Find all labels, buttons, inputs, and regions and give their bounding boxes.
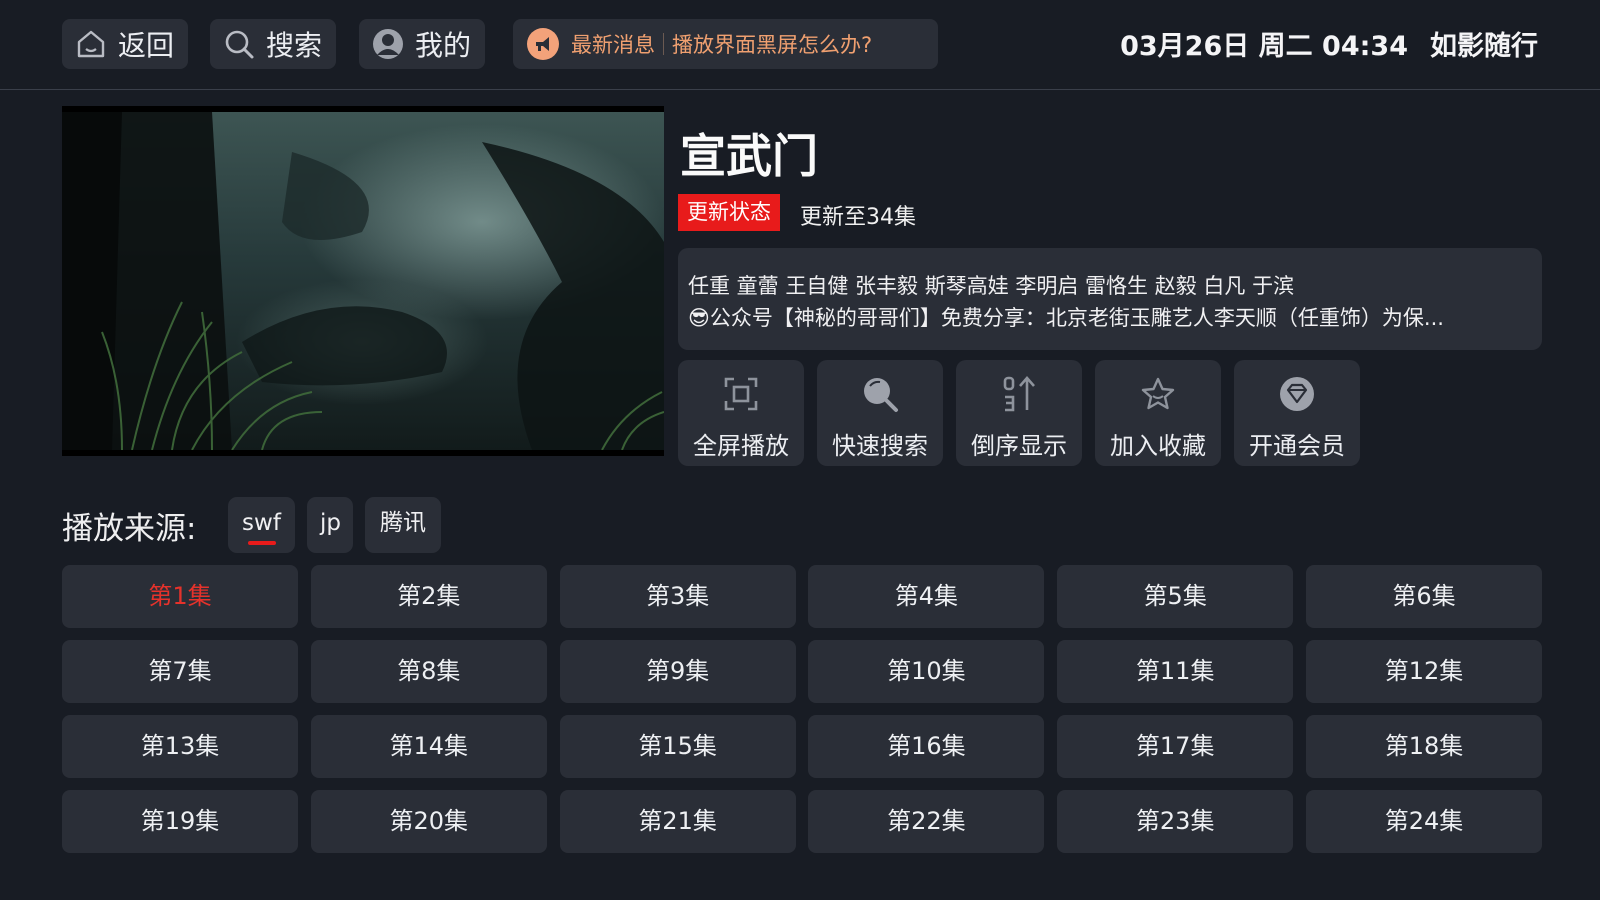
- top-bar: 返回 搜索 我的 最新消息 播放界面黑屏怎么办? 03月26日 周二 04:34…: [0, 0, 1600, 90]
- episode-button[interactable]: 第4集: [808, 565, 1045, 628]
- episode-button[interactable]: 第8集: [310, 640, 547, 703]
- episode-button[interactable]: 第10集: [808, 640, 1045, 703]
- episode-button[interactable]: 第7集: [62, 640, 298, 703]
- episode-button[interactable]: 第11集: [1057, 640, 1294, 703]
- episode-button[interactable]: 第5集: [1057, 565, 1294, 628]
- search-label: 搜索: [266, 29, 323, 62]
- user-icon: [371, 27, 405, 61]
- news-text: 播放界面黑屏怎么办?: [672, 33, 873, 57]
- poster-image: [62, 112, 664, 450]
- fullscreen-button[interactable]: 全屏播放: [678, 360, 804, 466]
- diamond-icon: [1277, 374, 1317, 414]
- news-divider: [663, 33, 664, 55]
- source-tab-jp[interactable]: jp: [307, 497, 353, 553]
- megaphone-icon: [527, 28, 559, 60]
- add-favorite-label: 加入收藏: [1110, 432, 1206, 460]
- back-button[interactable]: 返回: [62, 19, 189, 69]
- episode-button[interactable]: 第23集: [1057, 790, 1294, 853]
- membership-label: 开通会员: [1249, 432, 1345, 460]
- source-tab-label: swf: [242, 510, 281, 536]
- episode-button[interactable]: 第16集: [808, 715, 1045, 778]
- episode-button[interactable]: 第13集: [62, 715, 298, 778]
- search-icon: [860, 374, 900, 414]
- back-label: 返回: [118, 29, 175, 62]
- search-button[interactable]: 搜索: [210, 19, 337, 69]
- episode-button[interactable]: 第1集: [62, 565, 298, 628]
- home-icon: [74, 27, 108, 61]
- source-tab-swf[interactable]: swf: [228, 497, 295, 553]
- source-label: 播放来源:: [62, 511, 197, 547]
- episode-button[interactable]: 第20集: [310, 790, 547, 853]
- fullscreen-label: 全屏播放: [693, 432, 789, 460]
- video-poster[interactable]: [62, 106, 664, 456]
- star-icon: [1138, 374, 1178, 414]
- update-status: 更新至34集: [800, 205, 916, 230]
- show-title: 宣武门: [680, 129, 818, 183]
- news-label: 最新消息: [571, 33, 655, 57]
- episode-button[interactable]: 第15集: [559, 715, 796, 778]
- episode-button[interactable]: 第21集: [559, 790, 796, 853]
- news-ticker[interactable]: 最新消息 播放界面黑屏怎么办?: [513, 19, 938, 69]
- episode-button[interactable]: 第6集: [1305, 565, 1542, 628]
- sort-icon: [999, 374, 1039, 414]
- reverse-order-label: 倒序显示: [971, 432, 1067, 460]
- source-tab-tencent[interactable]: 腾讯: [365, 497, 441, 553]
- selected-indicator: [247, 541, 276, 545]
- add-favorite-button[interactable]: 加入收藏: [1095, 360, 1221, 466]
- fullscreen-icon: [721, 374, 761, 414]
- description-panel[interactable]: 任重 童蕾 王自健 张丰毅 斯琴高娃 李明启 雷恪生 赵毅 白凡 于滨 😎公众号…: [678, 248, 1542, 350]
- app-name: 如影随行: [1430, 31, 1538, 62]
- cast-list: 任重 童蕾 王自健 张丰毅 斯琴高娃 李明启 雷恪生 赵毅 白凡 于滨: [688, 274, 1295, 298]
- episode-button[interactable]: 第24集: [1305, 790, 1542, 853]
- episode-button[interactable]: 第17集: [1057, 715, 1294, 778]
- status-badge: 更新状态: [678, 194, 780, 231]
- episode-button[interactable]: 第14集: [310, 715, 547, 778]
- membership-button[interactable]: 开通会员: [1234, 360, 1360, 466]
- status-area: 03月26日 周二 04:34 如影随行: [1120, 24, 1538, 63]
- reverse-order-button[interactable]: 倒序显示: [956, 360, 1082, 466]
- episode-grid: 第1集 第2集 第3集 第4集 第5集 第6集 第7集 第8集 第9集 第10集 第11集 第12集第…: [62, 565, 1542, 853]
- search-icon: [222, 27, 256, 61]
- episode-button[interactable]: 第22集: [808, 790, 1045, 853]
- episode-button[interactable]: 第18集: [1305, 715, 1542, 778]
- episode-button[interactable]: 第2集: [310, 565, 547, 628]
- episode-button[interactable]: 第19集: [62, 790, 298, 853]
- episode-button[interactable]: 第12集: [1305, 640, 1542, 703]
- summary-text: 😎公众号【神秘的哥哥们】免费分享：北京老街玉雕艺人李天顺（任重饰）为保...: [688, 306, 1444, 330]
- profile-label: 我的: [415, 29, 472, 62]
- quick-search-label: 快速搜索: [832, 432, 928, 460]
- episode-button[interactable]: 第9集: [559, 640, 796, 703]
- action-bar: 全屏播放 快速搜索 倒序显示 加入收藏 开通会员: [678, 360, 1360, 466]
- source-tab-label: 腾讯: [380, 510, 426, 536]
- profile-button[interactable]: 我的: [359, 19, 486, 69]
- datetime: 03月26日 周二 04:34: [1120, 31, 1408, 62]
- source-tab-label: jp: [320, 510, 341, 536]
- episode-button[interactable]: 第3集: [559, 565, 796, 628]
- quick-search-button[interactable]: 快速搜索: [817, 360, 943, 466]
